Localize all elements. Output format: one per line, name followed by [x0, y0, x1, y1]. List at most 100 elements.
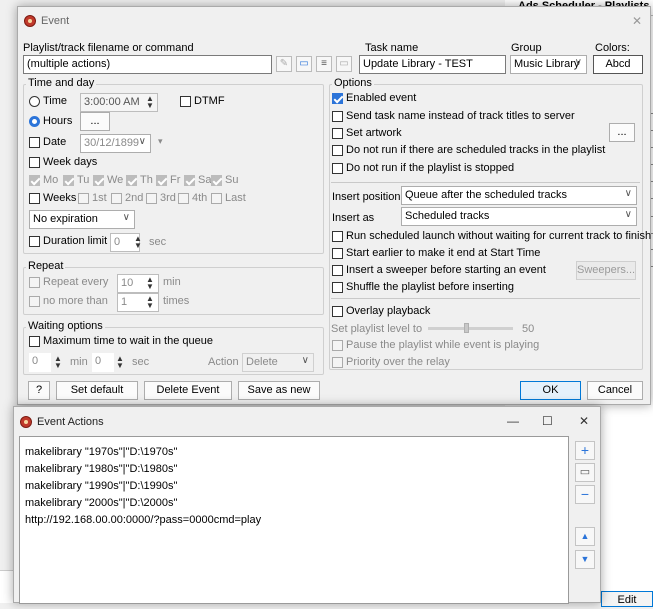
no-more-than-unit: times	[163, 295, 190, 307]
expiration-select[interactable]: No expiration ∨	[29, 210, 135, 229]
wait-sec-input[interactable]: 0	[92, 353, 114, 372]
repeat-every-spin-icon[interactable]: ▲ ▼	[146, 276, 154, 291]
insert-as-value: Scheduled tracks	[405, 210, 490, 222]
wait-min-input[interactable]: 0	[29, 353, 51, 372]
list-item[interactable]: http://192.168.00.00:0000/?pass=0000cmd=…	[25, 514, 261, 526]
week-days-checkbox[interactable]	[29, 157, 40, 168]
shuffle-checkbox[interactable]	[332, 282, 343, 293]
time-and-day-label: Time and day	[26, 77, 97, 89]
ok-button[interactable]: OK	[520, 381, 581, 400]
list-item[interactable]: makelibrary "1990s"|"D:\1990s"	[25, 480, 177, 492]
run-scheduled-checkbox[interactable]	[332, 231, 343, 242]
duration-limit-checkbox[interactable]	[29, 236, 40, 247]
set-default-button[interactable]: Set default	[56, 381, 138, 400]
weeks-checkbox[interactable]	[29, 193, 40, 204]
sweepers-button[interactable]: Sweepers...	[576, 261, 636, 280]
send-task-name-label: Send task name instead of track titles t…	[346, 110, 575, 122]
day-checkbox-we[interactable]	[93, 175, 104, 186]
task-name-input[interactable]: Update Library - TEST	[359, 55, 506, 74]
pause-checkbox[interactable]	[332, 340, 343, 351]
insert-icon[interactable]: ▭	[336, 56, 352, 72]
date-checkbox[interactable]	[29, 137, 40, 148]
day-checkbox-fr[interactable]	[156, 175, 167, 186]
action-label: Action	[208, 356, 239, 368]
day-checkbox-su[interactable]	[211, 175, 222, 186]
list-item[interactable]: makelibrary "1980s"|"D:\1980s"	[25, 463, 177, 475]
close-icon[interactable]: ✕	[632, 14, 642, 28]
week-checkbox-last[interactable]	[211, 193, 222, 204]
overlay-checkbox[interactable]	[332, 306, 343, 317]
background-edit-button[interactable]: Edit	[601, 591, 653, 607]
action-select[interactable]: Delete ∨	[242, 353, 314, 372]
save-as-new-button[interactable]: Save as new	[238, 381, 320, 400]
help-button[interactable]: ?	[28, 381, 50, 400]
group-select[interactable]: Music Library ∨	[510, 55, 587, 74]
maximize-icon[interactable]: ☐	[542, 414, 553, 428]
week-checkbox-3rd[interactable]	[146, 193, 157, 204]
no-run-stopped-checkbox[interactable]	[332, 163, 343, 174]
edit-icon[interactable]: ▭	[575, 463, 595, 482]
week-label-1st: 1st	[92, 192, 107, 204]
wait-sec-spin-icon[interactable]: ▲ ▼	[116, 355, 124, 370]
insert-position-select[interactable]: Queue after the scheduled tracks ∨	[401, 186, 637, 205]
list-item[interactable]: makelibrary "2000s"|"D:\2000s"	[25, 497, 177, 509]
add-icon[interactable]: +	[575, 441, 595, 460]
wait-min-spin-icon[interactable]: ▲ ▼	[54, 355, 62, 370]
wait-min-unit: min	[70, 356, 88, 368]
colors-button[interactable]: Abcd	[593, 55, 643, 74]
chevron-down-icon: ∨	[624, 209, 632, 220]
duration-spin-icon[interactable]: ▲ ▼	[134, 235, 142, 250]
options-label: Options	[332, 77, 374, 89]
send-task-name-checkbox[interactable]	[332, 111, 343, 122]
time-radio[interactable]	[29, 96, 40, 107]
list-icon[interactable]: ≡	[316, 56, 332, 72]
minimize-icon[interactable]: —	[507, 414, 519, 428]
move-up-icon[interactable]: ▲	[575, 527, 595, 546]
no-more-than-checkbox[interactable]	[29, 296, 40, 307]
insert-sweeper-checkbox[interactable]	[332, 265, 343, 276]
insert-as-select[interactable]: Scheduled tracks ∨	[401, 207, 637, 226]
edit-actions-icon[interactable]: ▭	[296, 56, 312, 72]
remove-icon[interactable]: −	[575, 485, 595, 504]
hours-button[interactable]: ...	[80, 112, 110, 131]
week-label-3rd: 3rd	[160, 192, 176, 204]
no-run-stopped-label: Do not run if the playlist is stopped	[346, 162, 515, 174]
day-checkbox-tu[interactable]	[63, 175, 74, 186]
start-earlier-checkbox[interactable]	[332, 248, 343, 259]
dtmf-checkbox[interactable]	[180, 96, 191, 107]
time-spin-icon[interactable]: ▲ ▼	[146, 95, 154, 110]
set-artwork-checkbox[interactable]	[332, 128, 343, 139]
day-checkbox-th[interactable]	[126, 175, 137, 186]
chevron-down-icon: ∨	[624, 188, 632, 199]
priority-checkbox[interactable]	[332, 357, 343, 368]
repeat-every-checkbox[interactable]	[29, 277, 40, 288]
level-slider-thumb[interactable]	[464, 323, 469, 333]
week-checkbox-4th[interactable]	[178, 193, 189, 204]
list-item[interactable]: makelibrary "1970s"|"D:\1970s"	[25, 446, 177, 458]
artwork-button[interactable]: ...	[609, 123, 635, 142]
enabled-checkbox[interactable]	[332, 93, 343, 104]
level-slider[interactable]	[428, 327, 513, 330]
edit-pencil-icon[interactable]: ✎	[276, 56, 292, 72]
colors-label: Colors:	[595, 42, 630, 54]
cancel-button[interactable]: Cancel	[587, 381, 643, 400]
playlist-input[interactable]: (multiple actions)	[23, 55, 272, 74]
actions-list[interactable]: makelibrary "1970s"|"D:\1970s" makelibra…	[19, 436, 569, 604]
date-dropdown-icon[interactable]: ▾	[158, 136, 163, 147]
hours-radio[interactable]	[29, 116, 40, 127]
delete-event-button[interactable]: Delete Event	[144, 381, 232, 400]
date-select[interactable]: 30/12/1899 ∨	[80, 134, 151, 153]
enabled-label: Enabled event	[346, 92, 417, 104]
hours-label: Hours	[43, 115, 73, 127]
max-wait-checkbox[interactable]	[29, 336, 40, 347]
no-more-than-spin-icon[interactable]: ▲ ▼	[146, 295, 154, 310]
event-actions-window: Event Actions — ☐ ✕ makelibrary "1970s"|…	[13, 406, 601, 604]
day-checkbox-mo[interactable]	[29, 175, 40, 186]
move-down-icon[interactable]: ▼	[575, 550, 595, 569]
close-icon[interactable]: ✕	[579, 414, 589, 428]
day-checkbox-sa[interactable]	[184, 175, 195, 186]
week-checkbox-2nd[interactable]	[111, 193, 122, 204]
week-label-4th: 4th	[192, 192, 208, 204]
week-checkbox-1st[interactable]	[78, 193, 89, 204]
no-run-scheduled-checkbox[interactable]	[332, 145, 343, 156]
